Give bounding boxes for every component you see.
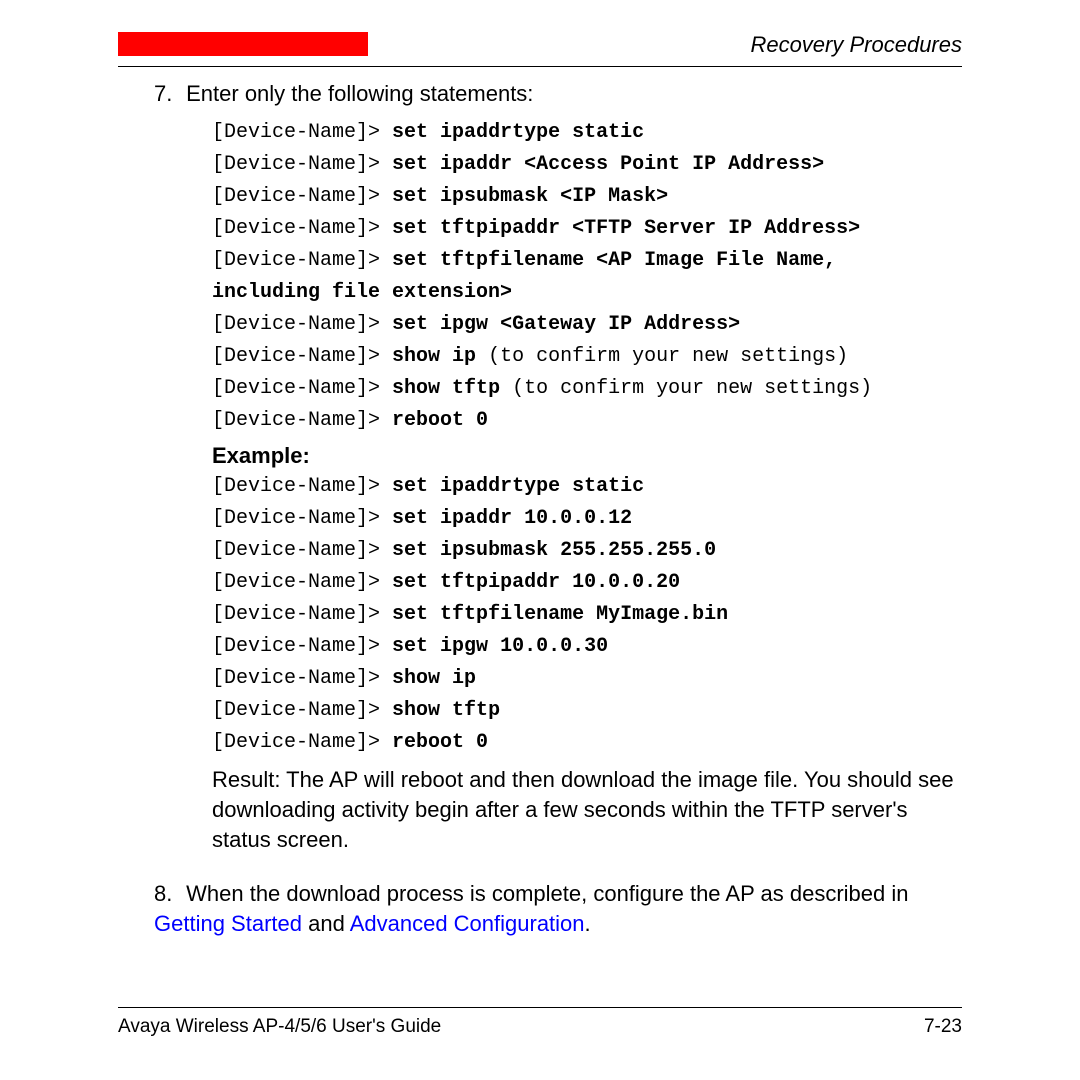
page-header: Recovery Procedures: [118, 32, 962, 67]
prompt: [Device-Name]>: [212, 603, 380, 626]
link-advanced-configuration[interactable]: Advanced Configuration: [350, 911, 585, 936]
prompt: [Device-Name]>: [212, 153, 380, 176]
cmd: show tftp: [392, 699, 500, 722]
prompt: [Device-Name]>: [212, 571, 380, 594]
prompt: [Device-Name]>: [212, 539, 380, 562]
prompt: [Device-Name]>: [212, 635, 380, 658]
cmd: show ip: [392, 345, 476, 368]
step-7-text: Enter only the following statements:: [186, 81, 533, 106]
cmd-continuation: including file extension>: [212, 281, 512, 304]
cmd: set ipaddrtype static: [392, 121, 644, 144]
step-8: 8. When the download process is complete…: [154, 879, 962, 939]
cmd-note: (to confirm your new settings): [476, 345, 848, 368]
prompt: [Device-Name]>: [212, 249, 380, 272]
step-7-number: 7.: [154, 81, 180, 107]
page-footer: Avaya Wireless AP-4/5/6 User's Guide 7-2…: [118, 1007, 962, 1038]
prompt: [Device-Name]>: [212, 313, 380, 336]
prompt: [Device-Name]>: [212, 409, 380, 432]
prompt: [Device-Name]>: [212, 699, 380, 722]
cmd: set tftpfilename MyImage.bin: [392, 603, 728, 626]
cmd: set ipgw 10.0.0.30: [392, 635, 608, 658]
prompt: [Device-Name]>: [212, 185, 380, 208]
cmd: set tftpfilename <AP Image File Name,: [392, 249, 836, 272]
prompt: [Device-Name]>: [212, 217, 380, 240]
footer-guide-name: Avaya Wireless AP-4/5/6 User's Guide: [118, 1016, 441, 1038]
step-8-text-pre: When the download process is complete, c…: [186, 881, 908, 906]
step-8-text-mid: and: [302, 911, 350, 936]
step-8-number: 8.: [154, 879, 180, 909]
cmd-note: (to confirm your new settings): [500, 377, 872, 400]
cmd: set tftpipaddr 10.0.0.20: [392, 571, 680, 594]
result-paragraph: Result: The AP will reboot and then down…: [154, 765, 962, 855]
prompt: [Device-Name]>: [212, 377, 380, 400]
cmd: reboot 0: [392, 409, 488, 432]
prompt: [Device-Name]>: [212, 475, 380, 498]
cmd: show tftp: [392, 377, 500, 400]
cmd: set ipaddr 10.0.0.12: [392, 507, 632, 530]
cmd: set ipaddrtype static: [392, 475, 644, 498]
cmd: set ipsubmask 255.255.255.0: [392, 539, 716, 562]
cmd: reboot 0: [392, 731, 488, 754]
cmd: set tftpipaddr <TFTP Server IP Address>: [392, 217, 860, 240]
command-block-2: [Device-Name]> set ipaddrtype static [De…: [154, 471, 962, 759]
prompt: [Device-Name]>: [212, 731, 380, 754]
header-red-block: [118, 32, 368, 56]
header-title: Recovery Procedures: [750, 32, 962, 58]
prompt: [Device-Name]>: [212, 667, 380, 690]
step-7: 7. Enter only the following statements:: [154, 81, 962, 107]
command-block-1: [Device-Name]> set ipaddrtype static [De…: [154, 117, 962, 437]
example-heading: Example:: [154, 443, 962, 469]
footer-page-number: 7-23: [924, 1016, 962, 1038]
prompt: [Device-Name]>: [212, 121, 380, 144]
prompt: [Device-Name]>: [212, 507, 380, 530]
cmd: set ipaddr <Access Point IP Address>: [392, 153, 824, 176]
cmd: set ipgw <Gateway IP Address>: [392, 313, 740, 336]
prompt: [Device-Name]>: [212, 345, 380, 368]
step-8-text-post: .: [585, 911, 591, 936]
cmd: show ip: [392, 667, 476, 690]
cmd: set ipsubmask <IP Mask>: [392, 185, 668, 208]
link-getting-started[interactable]: Getting Started: [154, 911, 302, 936]
